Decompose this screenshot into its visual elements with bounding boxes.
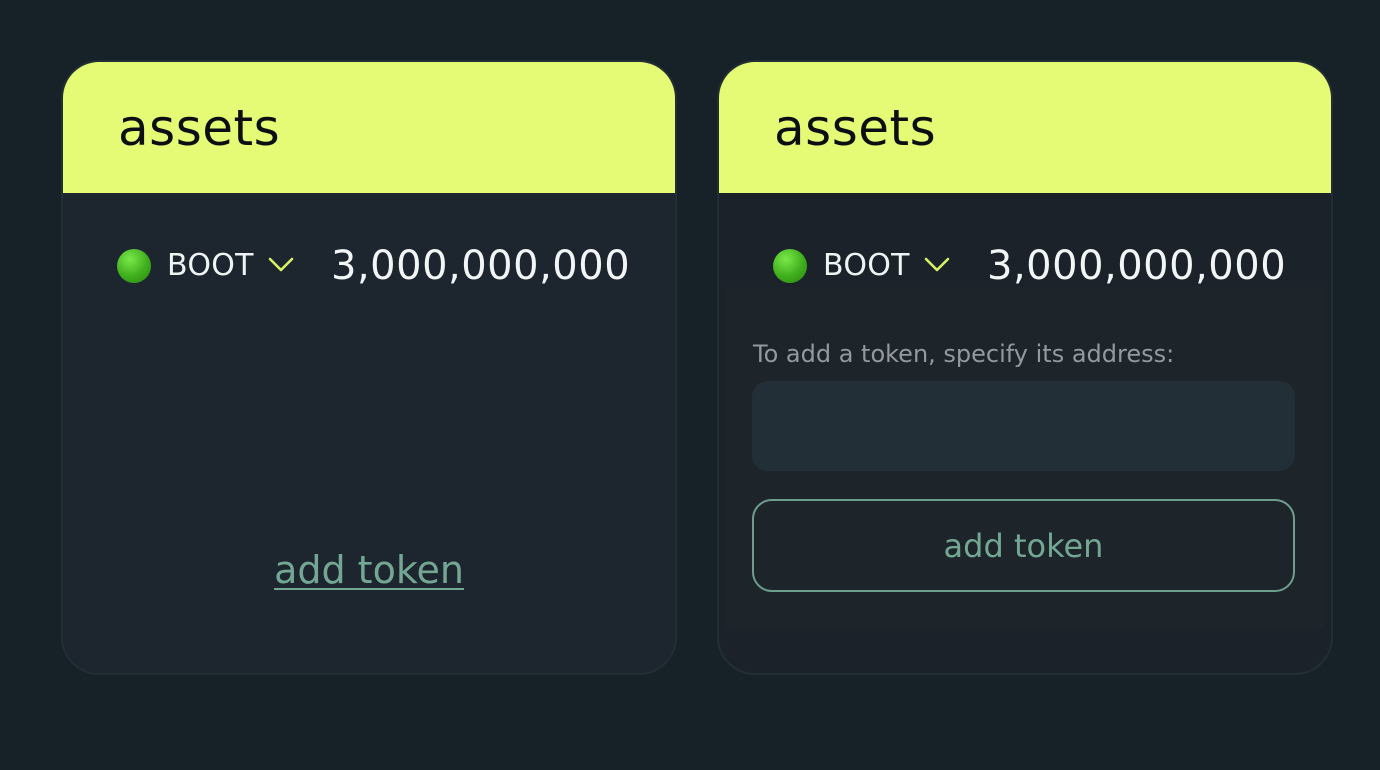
chevron-down-icon[interactable] (923, 254, 951, 276)
add-token-link[interactable]: add token (63, 546, 675, 594)
card-header: assets (719, 62, 1331, 193)
add-token-hint: To add a token, specify its address: (753, 340, 1175, 368)
token-amount: 3,000,000,000 (987, 243, 1287, 289)
token-amount: 3,000,000,000 (331, 243, 631, 289)
green-circle-icon (773, 249, 807, 283)
chevron-down-icon[interactable] (267, 254, 295, 276)
assets-card-expanded: assets BOOT 3,000,000,000 To add a token… (717, 60, 1333, 675)
token-symbol: BOOT (823, 248, 910, 283)
card-header: assets (63, 62, 675, 193)
token-address-input[interactable] (752, 381, 1295, 471)
assets-card: assets BOOT 3,000,000,000 add token (61, 60, 677, 675)
card-title: assets (774, 99, 937, 157)
add-token-panel: To add a token, specify its address: add… (726, 287, 1324, 629)
card-title: assets (118, 99, 281, 157)
asset-row: BOOT 3,000,000,000 (117, 238, 637, 294)
token-symbol: BOOT (167, 248, 254, 283)
asset-row: BOOT 3,000,000,000 (773, 238, 1293, 294)
green-circle-icon (117, 249, 151, 283)
add-token-button[interactable]: add token (752, 499, 1295, 592)
